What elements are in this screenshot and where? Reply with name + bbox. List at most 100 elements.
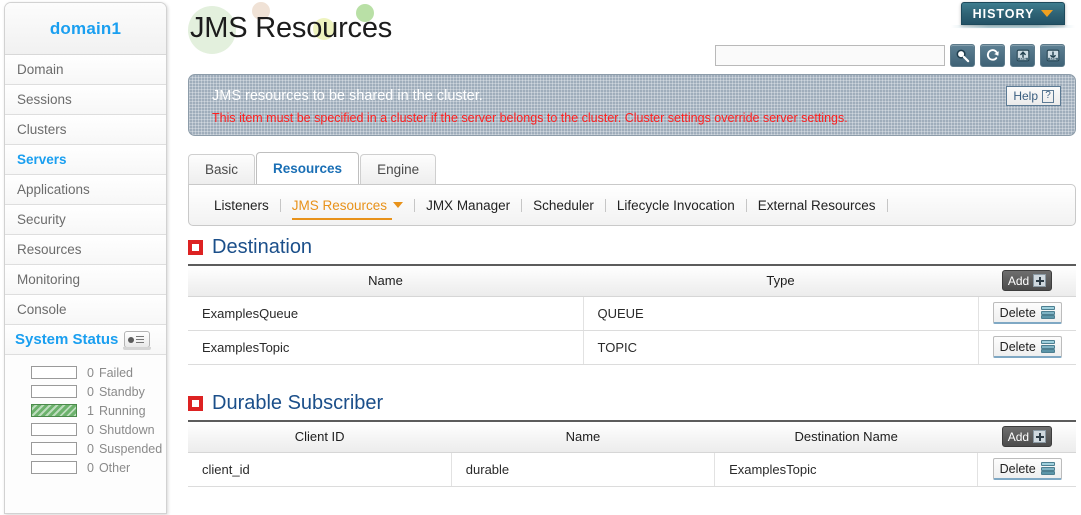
xml-download-icon[interactable]: XML [1040, 44, 1065, 67]
svg-text:XML: XML [1049, 57, 1056, 61]
status-label: Suspended [98, 441, 163, 456]
status-row: 0 Suspended [5, 439, 166, 458]
status-label: Running [98, 403, 146, 418]
status-text: 0 Other [87, 461, 130, 475]
domain-header: domain1 [5, 3, 166, 55]
caret-down-icon[interactable] [393, 202, 404, 208]
search-toolbar: XML XML [715, 44, 1065, 67]
status-bar-suspended [31, 442, 77, 455]
status-row: 1 Running [5, 401, 166, 420]
status-row: 0 Other [5, 458, 166, 477]
section-title: Durable Subscriber [212, 392, 384, 414]
tab-basic[interactable]: Basic [188, 154, 256, 184]
status-count: 0 [87, 460, 94, 475]
column-header: Name [451, 420, 715, 453]
status-count: 0 [87, 384, 94, 399]
sidebar-item-monitoring[interactable]: Monitoring [5, 265, 166, 295]
sidebar-item-label: Console [17, 302, 67, 317]
add-button-label: Add [1007, 429, 1030, 444]
system-status-header: System Status [5, 325, 166, 355]
question-mark-icon: ? [1042, 89, 1054, 103]
help-button[interactable]: Help ? [1006, 86, 1061, 106]
status-row: 0 Standby [5, 382, 166, 401]
add-button-label: Add [1007, 273, 1030, 288]
table-row: ExamplesQueue QUEUE Delete [188, 296, 1076, 331]
section-title: Destination [212, 236, 313, 258]
sidebar-nav: Domain Sessions Clusters Servers Application… [5, 55, 166, 325]
history-button[interactable]: HISTORY [961, 2, 1065, 25]
cell-value: ExamplesQueue [202, 305, 299, 321]
status-text: 0 Suspended [87, 442, 162, 456]
status-text: 0 Failed [87, 366, 133, 380]
sidebar-item-label: Monitoring [17, 272, 81, 287]
active-underline [291, 217, 393, 220]
status-label: Other [98, 460, 131, 475]
column-header-label: Name [565, 429, 601, 445]
sidebar-item-security[interactable]: Security [5, 205, 166, 235]
sidebar-item-label: Security [17, 212, 66, 227]
status-row: 0 Failed [5, 363, 166, 382]
table-cell: client_id [188, 452, 452, 487]
tab-label: Engine [377, 162, 420, 177]
search-icon[interactable] [950, 44, 975, 67]
delete-button[interactable]: Delete [992, 336, 1062, 358]
subnav-item-external-resources[interactable]: External Resources [747, 198, 887, 213]
banner-warning-text: This item must be specified in a cluster… [212, 111, 848, 125]
delete-stack-icon [1040, 340, 1055, 353]
sidebar-item-resources[interactable]: Resources [5, 235, 166, 265]
status-text: 0 Standby [87, 385, 145, 399]
monitor-icon[interactable] [123, 331, 152, 350]
tab-resources[interactable]: Resources [256, 152, 360, 184]
delete-button[interactable]: Delete [992, 302, 1062, 324]
tab-engine[interactable]: Engine [360, 154, 437, 184]
sidebar-item-applications[interactable]: Applications [5, 175, 166, 205]
sidebar-item-domain[interactable]: Domain [5, 55, 166, 85]
subnav-item-jmx-manager[interactable]: JMX Manager [415, 198, 521, 213]
add-column-header: Add [977, 420, 1076, 453]
status-bar-standby [31, 385, 77, 398]
subnav-item-scheduler[interactable]: Scheduler [522, 198, 605, 213]
table-cell: TOPIC [583, 330, 979, 365]
table-cell: durable [451, 452, 716, 487]
refresh-icon[interactable] [980, 44, 1005, 67]
delete-stack-icon [1040, 462, 1055, 475]
tab-label: Basic [205, 162, 239, 177]
row-action-cell: Delete [978, 330, 1076, 365]
title-area: JMS Resources HISTORY XML XML [180, 0, 1081, 72]
cell-value: QUEUE [597, 305, 644, 321]
table-cell: ExamplesTopic [714, 452, 979, 487]
history-label: HISTORY [972, 6, 1035, 21]
sidebar-item-servers[interactable]: Servers [5, 145, 166, 175]
status-label: Standby [98, 384, 145, 399]
subnav-item-label: JMX Manager [426, 197, 511, 213]
table-durable-subscriber: Client ID Name Destination Name Add client_i… [188, 420, 1076, 487]
subnav-item-label: Scheduler [533, 197, 594, 213]
sidebar-item-label: Servers [17, 152, 67, 167]
cell-value: durable [465, 461, 510, 477]
system-status-title: System Status [15, 331, 119, 348]
banner-primary-text: JMS resources to be shared in the cluste… [212, 88, 483, 104]
subnav-item-lifecycle-invocation[interactable]: Lifecycle Invocation [606, 198, 746, 213]
plus-icon [1033, 430, 1047, 444]
add-button[interactable]: Add [1001, 270, 1053, 292]
xml-upload-icon[interactable]: XML [1010, 44, 1035, 67]
search-input[interactable] [715, 45, 945, 66]
subnav-item-jms-resources[interactable]: JMS Resources [281, 198, 414, 220]
section-heading: Durable Subscriber [188, 392, 383, 415]
status-text: 1 Running [87, 404, 146, 418]
sidebar-item-sessions[interactable]: Sessions [5, 85, 166, 115]
subnav-item-listeners[interactable]: Listeners [203, 198, 280, 213]
table-row: ExamplesTopic TOPIC Delete [188, 330, 1076, 365]
sidebar-item-clusters[interactable]: Clusters [5, 115, 166, 145]
cell-value: ExamplesTopic [729, 461, 817, 477]
domain-label: domain1 [49, 18, 122, 38]
cell-value: client_id [202, 461, 250, 477]
status-row: 0 Shutdown [5, 420, 166, 439]
chevron-down-icon [1041, 10, 1054, 17]
delete-button[interactable]: Delete [992, 458, 1062, 480]
add-button[interactable]: Add [1001, 426, 1053, 448]
status-bar-other [31, 461, 77, 474]
table-cell: QUEUE [583, 296, 979, 331]
delete-button-label: Delete [999, 339, 1036, 354]
sidebar-item-console[interactable]: Console [5, 295, 166, 325]
